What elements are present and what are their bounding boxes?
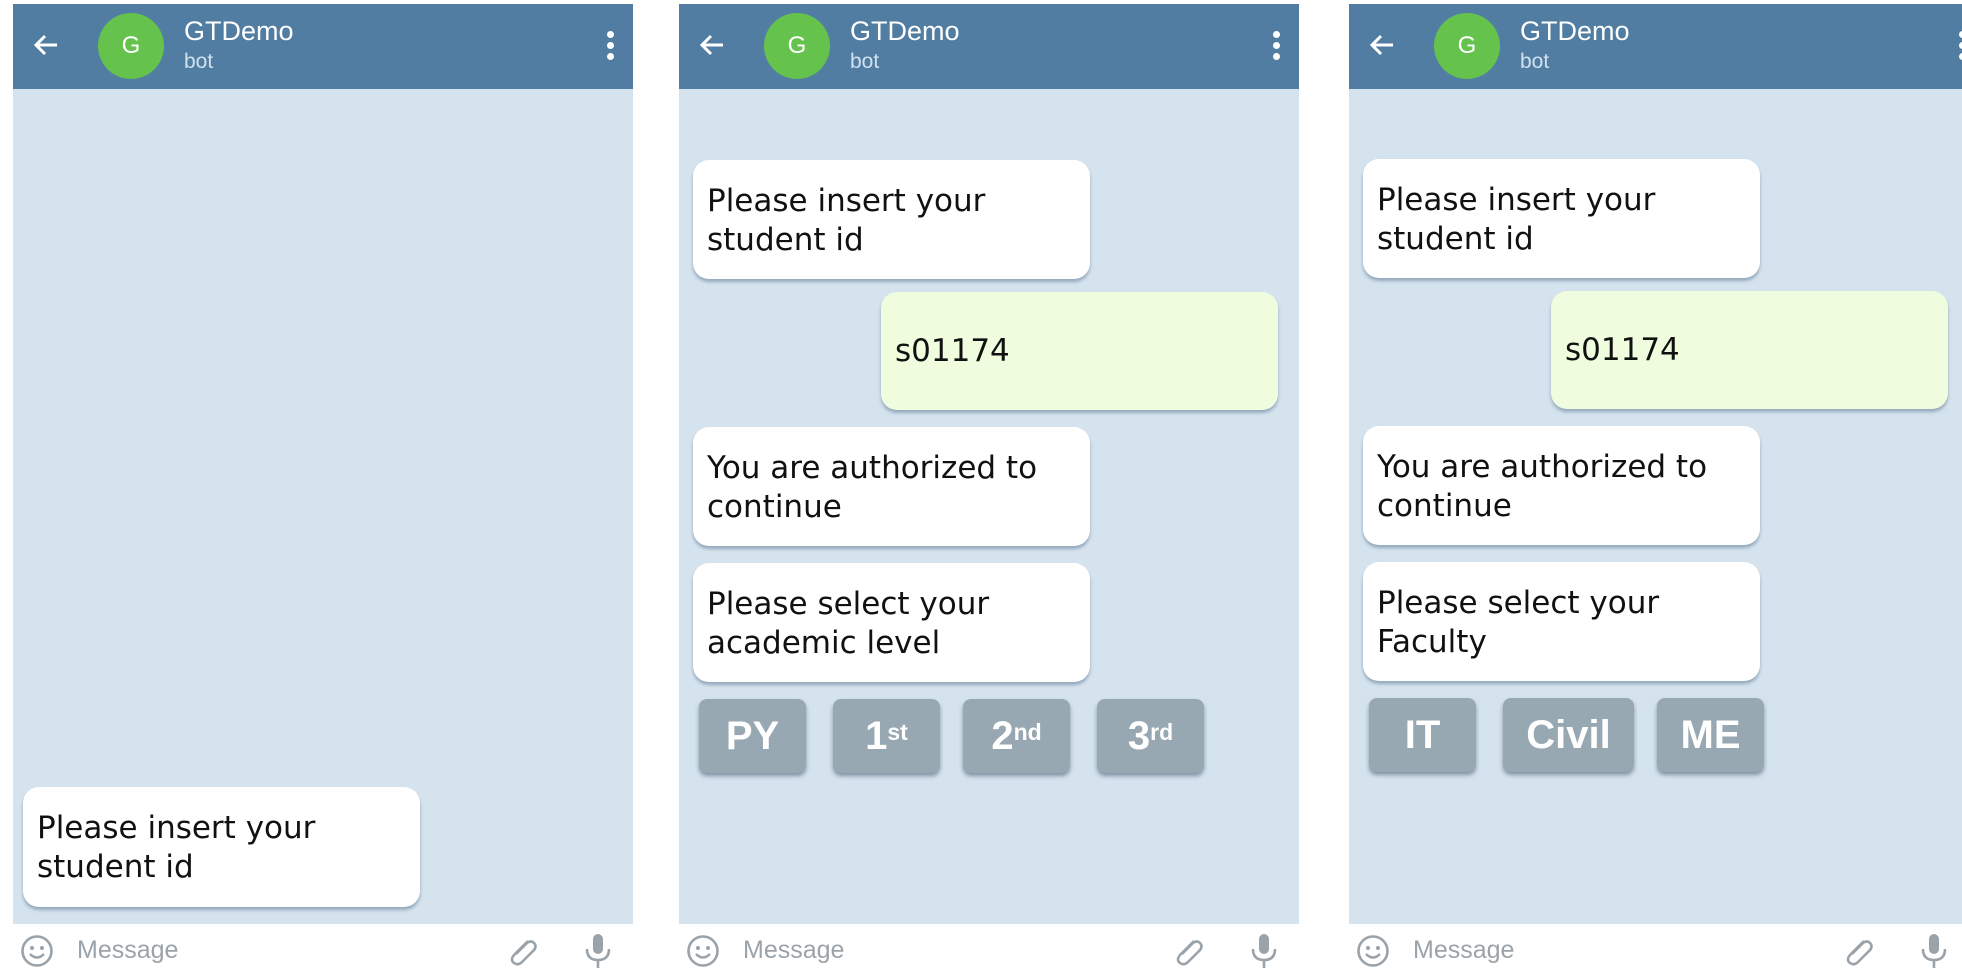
avatar[interactable]: G: [98, 13, 164, 79]
chat-header: G GTDemo bot: [13, 4, 633, 89]
keyboard-button-2nd[interactable]: 2nd: [963, 699, 1070, 773]
chat-title: GTDemo: [850, 16, 960, 46]
keyboard-button-label: Civil: [1526, 712, 1611, 757]
incoming-message: You are authorized to continue: [1363, 426, 1760, 545]
message-input-bar: Message: [13, 924, 633, 977]
more-menu-icon[interactable]: [1957, 31, 1962, 61]
message-input[interactable]: Message: [77, 936, 178, 965]
keyboard-button-label: 3: [1127, 713, 1151, 758]
message-input[interactable]: Message: [743, 936, 844, 965]
back-arrow-icon[interactable]: [697, 30, 727, 60]
keyboard-button-label: PY: [725, 713, 780, 758]
outgoing-message: s01174: [1551, 291, 1948, 409]
emoji-icon[interactable]: [20, 934, 54, 968]
keyboard-button-suffix: rd: [1150, 718, 1174, 745]
chat-title: GTDemo: [184, 16, 294, 46]
keyboard-button-label: 2: [991, 713, 1014, 758]
keyboard-button-label: ME: [1680, 712, 1741, 757]
message-input-bar: Message: [679, 924, 1299, 977]
mic-icon[interactable]: [583, 932, 613, 970]
keyboard-button-me[interactable]: ME: [1657, 698, 1764, 772]
incoming-message: Please select your Faculty: [1363, 562, 1760, 681]
avatar[interactable]: G: [1434, 13, 1500, 79]
keyboard-button-label: 1: [865, 713, 888, 758]
keyboard-button-it[interactable]: IT: [1369, 698, 1476, 772]
attach-icon[interactable]: [1840, 933, 1876, 969]
message-input[interactable]: Message: [1413, 936, 1514, 965]
chat-subtitle: bot: [1520, 50, 1550, 73]
chat-screen-3: G GTDemo bot Please insert your student …: [1349, 4, 1962, 977]
message-input-bar: Message: [1349, 924, 1962, 977]
mic-icon[interactable]: [1919, 932, 1949, 970]
incoming-message: Please select your academic level: [693, 563, 1090, 682]
attach-icon[interactable]: [504, 933, 540, 969]
incoming-message: Please insert your student id: [693, 160, 1090, 279]
incoming-message: Please insert your student id: [1363, 159, 1760, 278]
chat-header: G GTDemo bot: [679, 4, 1299, 89]
keyboard-button-suffix: nd: [1013, 718, 1042, 745]
avatar[interactable]: G: [764, 13, 830, 79]
emoji-icon[interactable]: [686, 934, 720, 968]
chat-subtitle: bot: [184, 50, 214, 73]
keyboard-button-suffix: st: [887, 718, 908, 745]
incoming-message: You are authorized to continue: [693, 427, 1090, 546]
chat-screen-1: G GTDemo bot Please insert your student …: [13, 4, 633, 977]
keyboard-button-label: IT: [1404, 712, 1441, 757]
incoming-message: Please insert your student id: [23, 787, 420, 907]
keyboard-button-1st[interactable]: 1st: [833, 699, 940, 773]
chat-screen-2: G GTDemo bot Please insert your student …: [679, 4, 1299, 977]
back-arrow-icon[interactable]: [1367, 30, 1397, 60]
keyboard-button-py[interactable]: PY: [699, 699, 806, 773]
emoji-icon[interactable]: [1356, 934, 1390, 968]
chat-subtitle: bot: [850, 50, 880, 73]
attach-icon[interactable]: [1170, 933, 1206, 969]
keyboard-button-civil[interactable]: Civil: [1503, 698, 1634, 772]
outgoing-message: s01174: [881, 292, 1278, 410]
mic-icon[interactable]: [1249, 932, 1279, 970]
back-arrow-icon[interactable]: [31, 30, 61, 60]
keyboard-button-3rd[interactable]: 3rd: [1097, 699, 1204, 773]
more-menu-icon[interactable]: [1271, 31, 1281, 61]
more-menu-icon[interactable]: [605, 31, 615, 61]
chat-title: GTDemo: [1520, 16, 1630, 46]
chat-header: G GTDemo bot: [1349, 4, 1962, 89]
